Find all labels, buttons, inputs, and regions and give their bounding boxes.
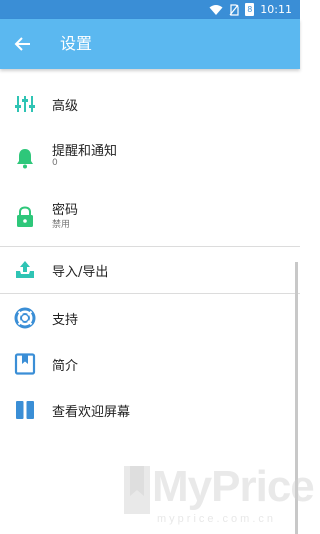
divider — [0, 246, 300, 247]
menu-item-label: 提醒和通知 — [52, 144, 118, 159]
watermark-text: MyPrice — [152, 462, 315, 511]
menu-item-import-export[interactable]: 导入/导出 — [0, 248, 300, 292]
pages-icon — [16, 401, 34, 419]
app-bar: 设置 — [0, 19, 300, 69]
watermark-url: myprice.com.cn — [157, 513, 277, 525]
menu-item-advanced[interactable]: 高级 — [0, 82, 300, 126]
menu-item-label: 查看欢迎屏幕 — [52, 405, 131, 420]
battery-icon: 8 — [245, 3, 255, 16]
watermark: MyPrice myprice.com.cn — [122, 460, 315, 532]
divider — [0, 293, 300, 294]
watermark-logo-icon — [124, 466, 150, 514]
menu-item-value: 禁用 — [52, 220, 71, 230]
battery-level: 8 — [247, 5, 253, 14]
menu-item-reminders[interactable]: 提醒和通知 0 — [0, 136, 300, 180]
menu-item-label: 导入/导出 — [52, 265, 109, 280]
status-time: 10:11 — [260, 3, 292, 16]
menu-item-value: 0 — [52, 158, 58, 168]
lifebuoy-icon — [14, 307, 36, 329]
sliders-icon — [15, 96, 35, 112]
status-icons: 8 10:11 — [209, 3, 292, 16]
menu-item-intro[interactable]: 简介 — [0, 342, 300, 386]
menu-item-label: 简介 — [52, 359, 79, 374]
page-title: 设置 — [60, 34, 93, 53]
wifi-icon — [209, 4, 223, 15]
bookmark-book-icon — [14, 353, 36, 375]
menu-item-label: 高级 — [52, 99, 79, 114]
status-bar: 8 10:11 — [0, 0, 300, 19]
menu-item-welcome[interactable]: 查看欢迎屏幕 — [0, 388, 300, 432]
lock-icon — [17, 206, 33, 227]
upload-tray-icon — [16, 261, 34, 278]
no-sim-icon — [229, 3, 239, 16]
bell-icon — [17, 149, 33, 169]
menu-item-label: 密码 — [52, 203, 79, 218]
menu-item-label: 支持 — [52, 313, 79, 328]
menu-item-password[interactable]: 密码 禁用 — [0, 194, 300, 238]
menu-item-support[interactable]: 支持 — [0, 296, 300, 340]
back-arrow-icon[interactable] — [12, 33, 34, 55]
